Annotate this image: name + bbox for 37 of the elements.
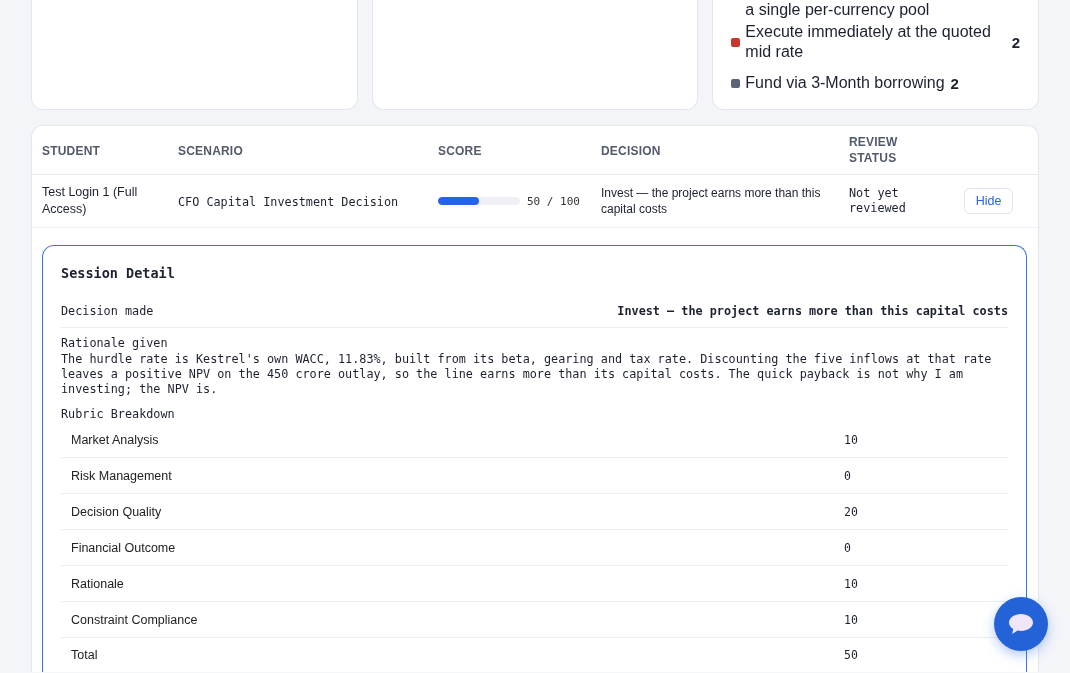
panel-title: Session Detail xyxy=(61,264,176,282)
hide-button[interactable]: Hide xyxy=(964,188,1013,214)
rubric-points: 10 xyxy=(843,432,858,447)
column-header: DECISION xyxy=(601,143,661,159)
column-header: REVIEW STATUS xyxy=(849,134,899,166)
field-label: Rationale given xyxy=(61,336,169,351)
column-header: SCENARIO xyxy=(178,143,243,159)
rubric-points: 10 xyxy=(843,612,858,627)
rubric-points: 0 xyxy=(843,540,851,555)
rubric-criterion: Financial Outcome xyxy=(70,540,176,555)
rubric-points: 20 xyxy=(843,504,858,519)
rubric-criterion: Risk Management xyxy=(70,468,172,483)
score-text: 50 / 100 xyxy=(527,194,580,208)
decision-value: Invest — the project earns more than this capital costs xyxy=(617,304,1008,319)
column-header: SCORE xyxy=(438,143,482,159)
chat-bubble-icon xyxy=(1009,614,1033,634)
legend-count: 2 xyxy=(1011,33,1020,51)
table-cell: CFO Capital Investment Decision xyxy=(178,195,399,209)
table-cell-text: Test Login 1 (Full Access) xyxy=(42,184,139,218)
rubric-criterion: Rationale xyxy=(70,576,124,591)
table-cell-text: Invest — the project earns more than this capital costs xyxy=(601,184,822,218)
section-title: Rubric Breakdown xyxy=(61,407,176,422)
legend-label: Fund via 3-Month borrowing xyxy=(745,73,945,93)
rationale-text: The hurdle rate is Kestrel's own WACC, 11.83%, built from its beta, gearing and tax rate. Discounting the five inflows at that rate leaves a positive NPV on the 450 crore outlay, so the line earns more than its capital costs. The quick payback is not why I am investing; the NPV is. xyxy=(61,352,993,397)
legend-count: 2 xyxy=(950,74,959,92)
rubric-criterion: Total xyxy=(70,648,98,662)
rubric-points: 0 xyxy=(843,468,851,483)
rubric-points: 10 xyxy=(843,576,858,591)
field-label: Decision made xyxy=(61,304,154,319)
legend-label: a single per-currency pool xyxy=(744,0,931,20)
rubric-criterion: Market Analysis xyxy=(70,432,159,447)
rubric-criterion: Constraint Compliance xyxy=(70,612,198,627)
table-cell-text: Not yet reviewed xyxy=(849,186,907,216)
rubric-criterion: Decision Quality xyxy=(70,504,162,519)
column-header: STUDENT xyxy=(42,143,101,159)
legend-label: Execute immediately at the quoted mid rate xyxy=(745,22,992,62)
rubric-points: 50 xyxy=(843,648,858,662)
